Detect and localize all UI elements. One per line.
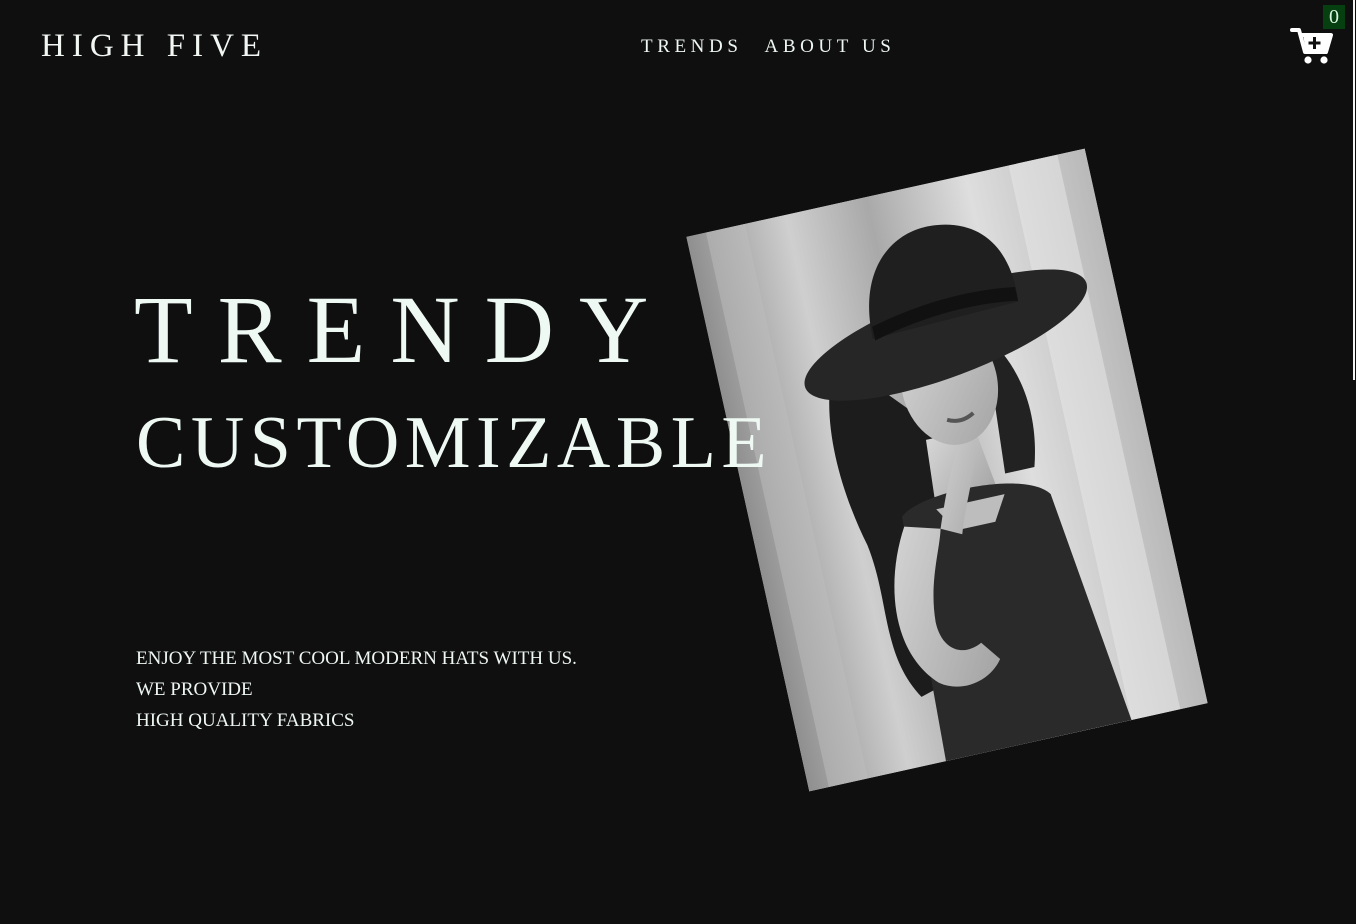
- tagline-line-3: HIGH QUALITY FABRICS: [136, 710, 355, 731]
- tagline-line-2: WE PROVIDE: [136, 679, 253, 700]
- scrollbar-edge: [1353, 0, 1355, 380]
- logo[interactable]: HIGH FIVE: [41, 26, 268, 66]
- headline-trendy: TRENDY: [134, 276, 674, 383]
- cart-plus-icon: [1290, 28, 1333, 64]
- cart-button[interactable]: [1290, 26, 1334, 66]
- page: HIGH FIVE TRENDS ABOUT US 0 TRENDY CUSTO…: [0, 0, 1356, 924]
- main-nav: TRENDS ABOUT US: [641, 35, 895, 59]
- tagline-line-1: ENJOY THE MOST COOL MODERN HATS WITH US.: [136, 648, 577, 669]
- cart-count-badge: 0: [1323, 5, 1345, 29]
- hero-tagline: ENJOY THE MOST COOL MODERN HATS WITH US.…: [136, 643, 577, 736]
- nav-link-trends[interactable]: TRENDS: [641, 35, 743, 59]
- headline-customizable: CUSTOMIZABLE: [136, 402, 773, 484]
- nav-link-about-us[interactable]: ABOUT US: [765, 35, 896, 59]
